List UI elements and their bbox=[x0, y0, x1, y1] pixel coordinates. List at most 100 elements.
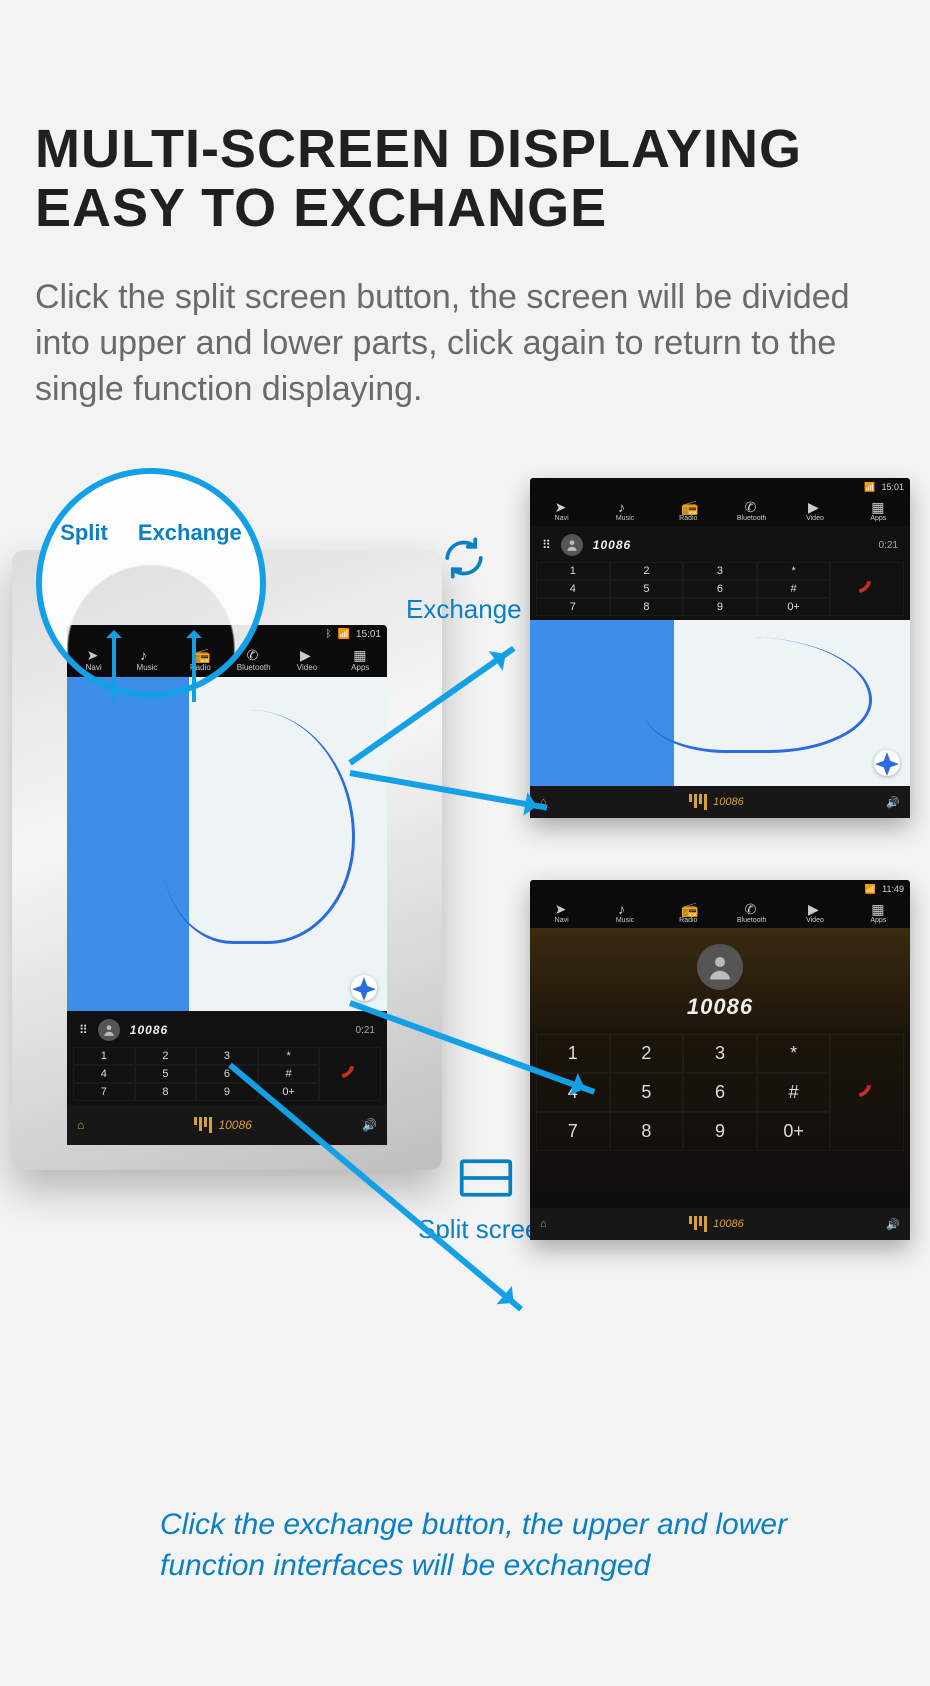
key-5[interactable]: 5 bbox=[135, 1065, 197, 1083]
key-9[interactable]: 9 bbox=[683, 598, 757, 616]
map-pane[interactable] bbox=[530, 620, 910, 786]
avatar bbox=[98, 1019, 120, 1041]
call-header: 10086 bbox=[536, 934, 904, 1030]
key-0[interactable]: 0+ bbox=[757, 1112, 831, 1151]
key-7[interactable]: 7 bbox=[536, 1112, 610, 1151]
feature-exchange: Exchange bbox=[406, 530, 522, 625]
recenter-button[interactable] bbox=[351, 975, 377, 1001]
now-playing-bar: ⌂ 10086 🔊 bbox=[530, 1208, 910, 1240]
status-bar: 📶 11:49 bbox=[530, 880, 910, 898]
dialer-pane-full: 10086 1 2 3 * 4 5 6 # 7 8 9 0+ bbox=[530, 928, 910, 1208]
key-9[interactable]: 9 bbox=[683, 1112, 757, 1151]
wifi-icon: 📶 bbox=[864, 482, 875, 493]
play-icon: ▶ bbox=[300, 648, 314, 662]
volume-icon[interactable]: 🔊 bbox=[886, 796, 900, 809]
hangup-button[interactable] bbox=[319, 1047, 381, 1101]
home-icon[interactable]: ⌂ bbox=[540, 1218, 547, 1230]
tab-music[interactable]: ♪Music bbox=[602, 500, 648, 522]
key-8[interactable]: 8 bbox=[610, 598, 684, 616]
tab-navi[interactable]: ➤Navi bbox=[539, 902, 585, 924]
callout-split-label: Split bbox=[60, 520, 108, 692]
volume-icon[interactable]: 🔊 bbox=[886, 1218, 900, 1231]
compass-icon bbox=[351, 975, 377, 1001]
now-playing-bar: ⌂ 10086 🔊 bbox=[530, 786, 910, 818]
status-bar: 📶 15:01 bbox=[530, 478, 910, 496]
key-star[interactable]: * bbox=[757, 1034, 831, 1073]
keypad-icon[interactable]: ⠿ bbox=[542, 538, 551, 552]
tab-music[interactable]: ♪Music bbox=[602, 902, 648, 924]
key-hash[interactable]: # bbox=[757, 1073, 831, 1112]
key-7[interactable]: 7 bbox=[536, 598, 610, 616]
key-star[interactable]: * bbox=[258, 1047, 320, 1065]
tab-video[interactable]: ▶Video bbox=[284, 648, 330, 672]
status-time: 15:01 bbox=[356, 629, 381, 640]
keypad-icon[interactable]: ⠿ bbox=[79, 1023, 88, 1037]
key-5[interactable]: 5 bbox=[610, 580, 684, 598]
contact-number: 10086 bbox=[687, 994, 753, 1020]
tab-bluetooth[interactable]: ✆Bluetooth bbox=[729, 500, 775, 522]
exchange-icon bbox=[436, 530, 492, 586]
callout-arrow-exchange bbox=[192, 632, 196, 702]
equalizer-icon bbox=[194, 1117, 212, 1133]
key-8[interactable]: 8 bbox=[610, 1112, 684, 1151]
grid-icon: ▦ bbox=[353, 648, 367, 662]
map-pane[interactable] bbox=[67, 677, 387, 1011]
map-route bbox=[163, 710, 355, 944]
app-tab-bar: ➤Navi ♪Music 📻Radio ✆Bluetooth ▶Video ▦A… bbox=[530, 496, 910, 526]
key-2[interactable]: 2 bbox=[610, 1034, 684, 1073]
key-3[interactable]: 3 bbox=[196, 1047, 258, 1065]
person-icon bbox=[102, 1023, 116, 1037]
tab-apps[interactable]: ▦Apps bbox=[337, 648, 383, 672]
key-0[interactable]: 0+ bbox=[757, 598, 831, 616]
dialer-pane: ⠿ 10086 0:21 1 2 3 * 4 5 6 # 7 8 9 0+ bbox=[530, 526, 910, 620]
key-5[interactable]: 5 bbox=[610, 1073, 684, 1112]
keypad: 1 2 3 * 4 5 6 # 7 8 9 0+ bbox=[536, 562, 904, 616]
key-hash[interactable]: # bbox=[757, 580, 831, 598]
split-screen-icon bbox=[458, 1150, 514, 1206]
hangup-button[interactable] bbox=[830, 1034, 904, 1151]
key-8[interactable]: 8 bbox=[135, 1083, 197, 1101]
key-4[interactable]: 4 bbox=[536, 580, 610, 598]
key-6[interactable]: 6 bbox=[683, 580, 757, 598]
key-4[interactable]: 4 bbox=[73, 1065, 135, 1083]
call-header: ⠿ 10086 0:21 bbox=[536, 532, 904, 558]
tab-bluetooth[interactable]: ✆Bluetooth bbox=[729, 902, 775, 924]
tab-video[interactable]: ▶Video bbox=[792, 902, 838, 924]
tab-radio[interactable]: 📻Radio bbox=[665, 500, 711, 522]
avatar bbox=[697, 944, 743, 990]
page-subheading: Click the split screen button, the scree… bbox=[35, 275, 895, 413]
contact-number: 10086 bbox=[593, 538, 631, 552]
preview-exchange: 📶 15:01 ➤Navi ♪Music 📻Radio ✆Bluetooth ▶… bbox=[530, 478, 910, 818]
key-1[interactable]: 1 bbox=[536, 1034, 610, 1073]
tab-radio[interactable]: 📻Radio bbox=[665, 902, 711, 924]
now-playing[interactable]: 10086 bbox=[194, 1117, 251, 1133]
keypad: 1 2 3 * 4 5 6 # 7 8 9 0+ bbox=[73, 1047, 381, 1101]
tab-apps[interactable]: ▦Apps bbox=[855, 500, 901, 522]
avatar bbox=[561, 534, 583, 556]
key-star[interactable]: * bbox=[757, 562, 831, 580]
key-9[interactable]: 9 bbox=[196, 1083, 258, 1101]
key-2[interactable]: 2 bbox=[135, 1047, 197, 1065]
key-1[interactable]: 1 bbox=[73, 1047, 135, 1065]
key-hash[interactable]: # bbox=[258, 1065, 320, 1083]
volume-icon[interactable]: 🔊 bbox=[362, 1118, 377, 1132]
callout-exchange-label: Exchange bbox=[138, 520, 242, 692]
callout-circle: Split Exchange bbox=[36, 468, 266, 698]
key-1[interactable]: 1 bbox=[536, 562, 610, 580]
key-3[interactable]: 3 bbox=[683, 1034, 757, 1073]
tab-navi[interactable]: ➤Navi bbox=[539, 500, 585, 522]
key-6[interactable]: 6 bbox=[683, 1073, 757, 1112]
tab-video[interactable]: ▶Video bbox=[792, 500, 838, 522]
bluetooth-icon: ᛒ bbox=[326, 629, 332, 640]
now-playing[interactable]: 10086 bbox=[689, 794, 744, 810]
recenter-button[interactable] bbox=[874, 750, 900, 776]
hangup-button[interactable] bbox=[830, 562, 904, 616]
heading-line-1: MULTI-SCREEN DISPLAYING bbox=[35, 119, 802, 179]
status-time: 15:01 bbox=[881, 482, 904, 492]
key-2[interactable]: 2 bbox=[610, 562, 684, 580]
tab-apps[interactable]: ▦Apps bbox=[855, 902, 901, 924]
key-7[interactable]: 7 bbox=[73, 1083, 135, 1101]
now-playing[interactable]: 10086 bbox=[689, 1216, 744, 1232]
key-3[interactable]: 3 bbox=[683, 562, 757, 580]
home-icon[interactable]: ⌂ bbox=[77, 1118, 84, 1132]
